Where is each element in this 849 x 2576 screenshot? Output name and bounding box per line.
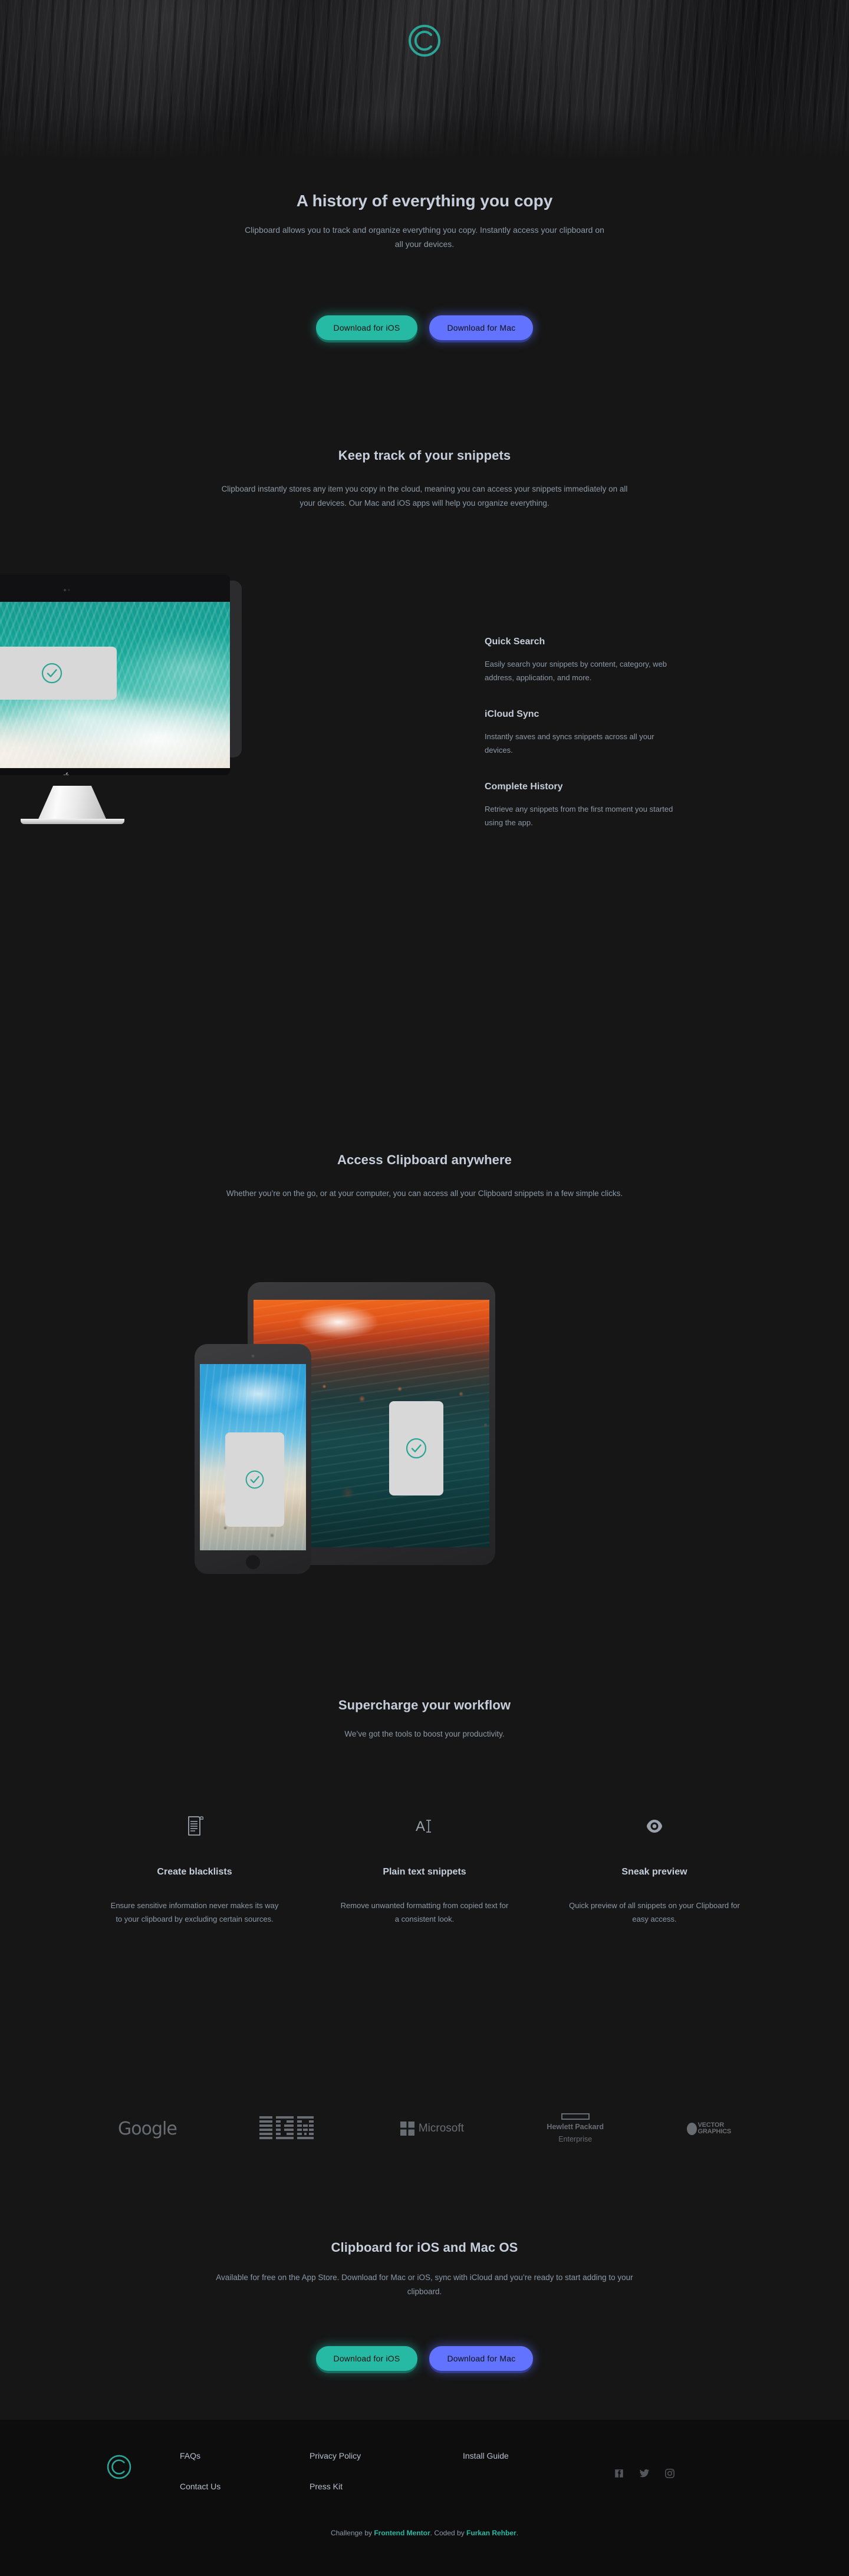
workflow-card-grid: Create blacklists Ensure sensitive infor…	[109, 1813, 740, 1926]
apple-logo-icon	[63, 772, 70, 775]
snippet-card	[0, 647, 117, 700]
instagram-icon[interactable]	[664, 2468, 675, 2479]
anywhere-title: Access Clipboard anywhere	[337, 1152, 512, 1167]
snippets-feature-list: Quick Search Easily search your snippets…	[485, 637, 679, 830]
ipad-camera-icon	[484, 1424, 487, 1427]
imac-frame	[0, 575, 230, 775]
hero-banner	[0, 0, 849, 166]
download-mac-button[interactable]: Download for Mac	[429, 2346, 534, 2371]
feature-title: Complete History	[485, 782, 563, 792]
attribution-prefix: Challenge by	[330, 2529, 374, 2537]
microsoft-logo-text: Microsoft	[418, 2122, 464, 2135]
download-ios-button[interactable]: Download for iOS	[315, 315, 418, 340]
facebook-icon[interactable]	[614, 2468, 624, 2479]
final-cta-group: Download for iOS Download for Mac	[0, 2346, 849, 2371]
workflow-subtext: We’ve got the tools to boost your produc…	[344, 1730, 505, 1738]
workflow-card-title: Sneak preview	[621, 1867, 687, 1877]
imac-camera-icon	[62, 589, 71, 591]
vector-graphics-dot-icon	[686, 2122, 697, 2135]
imac-stand	[37, 786, 108, 822]
download-ios-button[interactable]: Download for iOS	[315, 2346, 418, 2371]
hero-cta-group: Download for iOS Download for Mac	[0, 315, 849, 340]
ibm-logo	[259, 2116, 317, 2141]
footer-link-press-kit[interactable]: Press Kit	[310, 2482, 463, 2491]
snippet-card	[389, 1401, 443, 1495]
iphone-device	[195, 1344, 311, 1574]
download-mac-button[interactable]: Download for Mac	[429, 315, 534, 340]
iphone-home-button	[246, 1555, 260, 1569]
hewlett-packard-enterprise-logo: Hewlett Packard Enterprise	[547, 2113, 604, 2144]
snippet-card	[225, 1432, 284, 1527]
workflow-card-sneak-preview: Sneak preview Quick preview of all snipp…	[569, 1813, 740, 1926]
landing-page: A history of everything you copy Clipboa…	[0, 0, 849, 2576]
company-logos-row: Google Microsoft Hewlett Packard Enterpr…	[118, 2113, 731, 2144]
check-circle-icon	[406, 1438, 427, 1459]
svg-text:A: A	[416, 1819, 425, 1834]
plain-text-icon: A	[339, 1813, 510, 1840]
snippets-subtext: Clipboard instantly stores any item you …	[221, 485, 628, 508]
imac-chin	[0, 768, 230, 775]
feature-icloud-sync: iCloud Sync Instantly saves and syncs sn…	[485, 709, 679, 757]
final-cta-title: Clipboard for iOS and Mac OS	[331, 2240, 518, 2255]
eye-preview-icon	[569, 1813, 740, 1840]
footer-link-install-guide[interactable]: Install Guide	[463, 2451, 593, 2460]
imac-illustration	[0, 575, 242, 824]
ibm-logo-icon	[259, 2116, 314, 2140]
check-circle-icon	[41, 663, 62, 684]
footer-clipboard-c-logo-icon[interactable]	[106, 2454, 132, 2480]
workflow-card-body: Quick preview of all snippets on your Cl…	[569, 1901, 740, 1924]
iphone-camera-icon	[251, 1355, 255, 1358]
workflow-card-plain-text: A Plain text snippets Remove unwanted fo…	[339, 1813, 510, 1926]
feature-title: Quick Search	[485, 637, 545, 647]
hpe-logo-line2: Enterprise	[558, 2134, 593, 2143]
vector-graphics-line2: GRAPHICS	[697, 2128, 732, 2136]
workflow-card-body: Ensure sensitive information never makes…	[110, 1901, 279, 1924]
hero-heading: A history of everything you copy	[296, 192, 553, 210]
feature-body: Instantly saves and syncs snippets acros…	[485, 732, 654, 755]
footer-links: FAQs Privacy Policy Install Guide Contac…	[180, 2451, 593, 2512]
hpe-bar-icon	[561, 2113, 590, 2120]
feature-body: Retrieve any snippets from the first mom…	[485, 805, 673, 828]
attribution-suffix: .	[516, 2529, 519, 2537]
microsoft-logo: Microsoft	[400, 2122, 464, 2136]
footer-link-contact-us[interactable]: Contact Us	[180, 2482, 310, 2491]
vector-graphics-logo: VECTOR GRAPHICS	[686, 2122, 732, 2136]
footer-link-privacy-policy[interactable]: Privacy Policy	[310, 2451, 463, 2460]
workflow-card-blacklists: Create blacklists Ensure sensitive infor…	[109, 1813, 280, 1926]
workflow-card-title: Create blacklists	[157, 1867, 232, 1877]
hero-subtext: Clipboard allows you to track and organi…	[245, 225, 604, 249]
blacklist-document-icon	[109, 1813, 280, 1840]
snippets-title: Keep track of your snippets	[338, 448, 511, 463]
devices-illustration	[183, 1282, 672, 1577]
workflow-card-body: Remove unwanted formatting from copied t…	[340, 1901, 509, 1924]
hpe-logo-line1: Hewlett Packard	[547, 2123, 604, 2131]
clipboard-c-logo-icon	[409, 25, 440, 57]
footer-social-links	[614, 2468, 675, 2479]
feature-complete-history: Complete History Retrieve any snippets f…	[485, 782, 679, 829]
anywhere-subtext: Whether you’re on the go, or at your com…	[226, 1189, 623, 1198]
microsoft-logo-icon	[400, 2122, 414, 2136]
check-circle-icon	[245, 1470, 264, 1489]
final-cta-subtext: Available for free on the App Store. Dow…	[216, 2273, 633, 2296]
twitter-icon[interactable]	[639, 2468, 650, 2479]
attribution-middle: . Coded by	[430, 2529, 467, 2537]
author-link[interactable]: Furkan Rehber	[466, 2529, 516, 2537]
workflow-card-title: Plain text snippets	[383, 1867, 466, 1877]
feature-quick-search: Quick Search Easily search your snippets…	[485, 637, 679, 684]
attribution: Challenge by Frontend Mentor. Coded by F…	[83, 2529, 766, 2537]
feature-title: iCloud Sync	[485, 709, 539, 720]
footer: FAQs Privacy Policy Install Guide Contac…	[0, 2420, 849, 2576]
google-logo-text: Google	[118, 2118, 177, 2139]
feature-body: Easily search your snippets by content, …	[485, 660, 667, 682]
workflow-title: Supercharge your workflow	[338, 1698, 511, 1712]
footer-link-faqs[interactable]: FAQs	[180, 2451, 310, 2460]
imac-foot	[20, 819, 124, 824]
google-logo: Google	[118, 2119, 177, 2139]
frontend-mentor-link[interactable]: Frontend Mentor	[374, 2529, 430, 2537]
